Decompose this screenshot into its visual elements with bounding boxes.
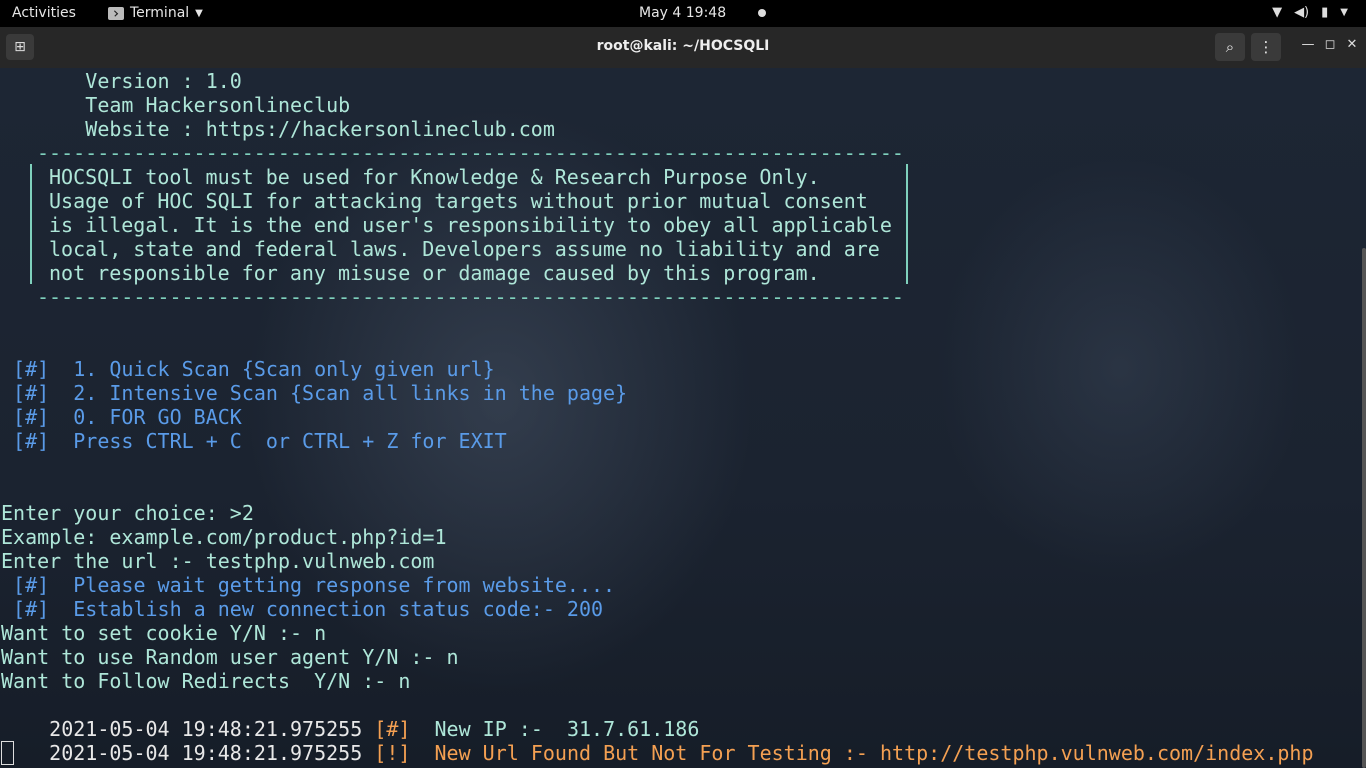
terminal-output[interactable]: Version : 1.0 Team Hackersonlineclub Web… bbox=[0, 68, 1366, 768]
website-line: Website : https://hackersonlineclub.com bbox=[1, 117, 555, 141]
log-message: New Url Found But Not For Testing :- htt… bbox=[410, 741, 1314, 765]
search-icon: ⌕ bbox=[1225, 38, 1235, 56]
log-tag: [!] bbox=[374, 741, 411, 765]
log-timestamp: 2021-05-04 19:48:21.975255 bbox=[49, 741, 375, 765]
power-menu-caret-icon: ▼ bbox=[1340, 7, 1348, 18]
menu-button[interactable]: ⋮ bbox=[1251, 33, 1281, 61]
disclaimer-line: local, state and federal laws. Developer… bbox=[49, 237, 880, 261]
disclaimer-line: HOCSQLI tool must be used for Knowledge … bbox=[49, 165, 820, 189]
clock[interactable]: May 4 19:48 bbox=[639, 5, 767, 21]
system-top-bar: Activities Terminal ▼ May 4 19:48 ▼ ◀) ▮… bbox=[0, 0, 1366, 27]
prompt-line: Want to use Random user agent Y/N :- n bbox=[1, 645, 459, 669]
disclaimer-top-border: ----------------------------------------… bbox=[37, 141, 904, 165]
url-line: Enter the url :- testphp.vulnweb.com bbox=[1, 549, 435, 573]
disclaimer-line: not responsible for any misuse or damage… bbox=[49, 261, 820, 285]
disclaimer-left-border bbox=[30, 164, 32, 284]
team-line: Team Hackersonlineclub bbox=[1, 93, 351, 117]
wifi-icon: ▼ bbox=[1272, 5, 1283, 20]
disclaimer-bottom-border: ----------------------------------------… bbox=[37, 285, 904, 309]
log-line-url: 2021-05-04 19:48:21.975255 [!] New Url F… bbox=[1, 717, 1313, 768]
version-line: Version : 1.0 bbox=[1, 69, 242, 93]
volume-icon: ◀) bbox=[1294, 5, 1310, 20]
chevron-down-icon: ▼ bbox=[195, 7, 203, 19]
status-line: [#] Please wait getting response from we… bbox=[1, 573, 616, 597]
notification-dot-icon bbox=[758, 9, 767, 17]
menu-option: [#] 0. FOR GO BACK bbox=[1, 405, 242, 429]
app-menu[interactable]: Terminal ▼ bbox=[108, 5, 203, 21]
prompt-line: Want to Follow Redirects Y/N :- n bbox=[1, 669, 411, 693]
terminal-icon bbox=[108, 6, 124, 20]
scrollbar[interactable] bbox=[1362, 248, 1366, 768]
choice-line: Enter your choice: >2 bbox=[1, 501, 254, 525]
activities-button[interactable]: Activities bbox=[12, 5, 76, 21]
terminal-header-bar: ⊞ root@kali: ~/HOCSQLI ⌕ ⋮ — ◻ ✕ bbox=[0, 27, 1366, 69]
battery-icon: ▮ bbox=[1321, 5, 1329, 20]
close-button[interactable]: ✕ bbox=[1344, 37, 1360, 52]
menu-option: [#] Press CTRL + C or CTRL + Z for EXIT bbox=[1, 429, 507, 453]
system-status-menu[interactable]: ▼ ◀) ▮ ▼ bbox=[1272, 5, 1348, 20]
prompt-line: Want to set cookie Y/N :- n bbox=[1, 621, 327, 645]
disclaimer-line: is illegal. It is the end user's respons… bbox=[49, 213, 892, 237]
minimize-button[interactable]: — bbox=[1300, 37, 1316, 52]
menu-option: [#] 1. Quick Scan {Scan only given url} bbox=[1, 357, 495, 381]
menu-option: [#] 2. Intensive Scan {Scan all links in… bbox=[1, 381, 628, 405]
disclaimer-right-border bbox=[906, 164, 908, 284]
status-line: [#] Establish a new connection status co… bbox=[1, 597, 604, 621]
disclaimer-line: Usage of HOC SQLI for attacking targets … bbox=[49, 189, 868, 213]
app-menu-label: Terminal bbox=[130, 5, 190, 21]
maximize-button[interactable]: ◻ bbox=[1322, 37, 1338, 52]
kebab-menu-icon: ⋮ bbox=[1258, 38, 1274, 56]
clock-label: May 4 19:48 bbox=[639, 5, 727, 21]
example-line: Example: example.com/product.php?id=1 bbox=[1, 525, 447, 549]
window-title: root@kali: ~/HOCSQLI bbox=[596, 38, 770, 54]
search-button[interactable]: ⌕ bbox=[1215, 33, 1245, 61]
terminal-cursor bbox=[1, 741, 14, 765]
